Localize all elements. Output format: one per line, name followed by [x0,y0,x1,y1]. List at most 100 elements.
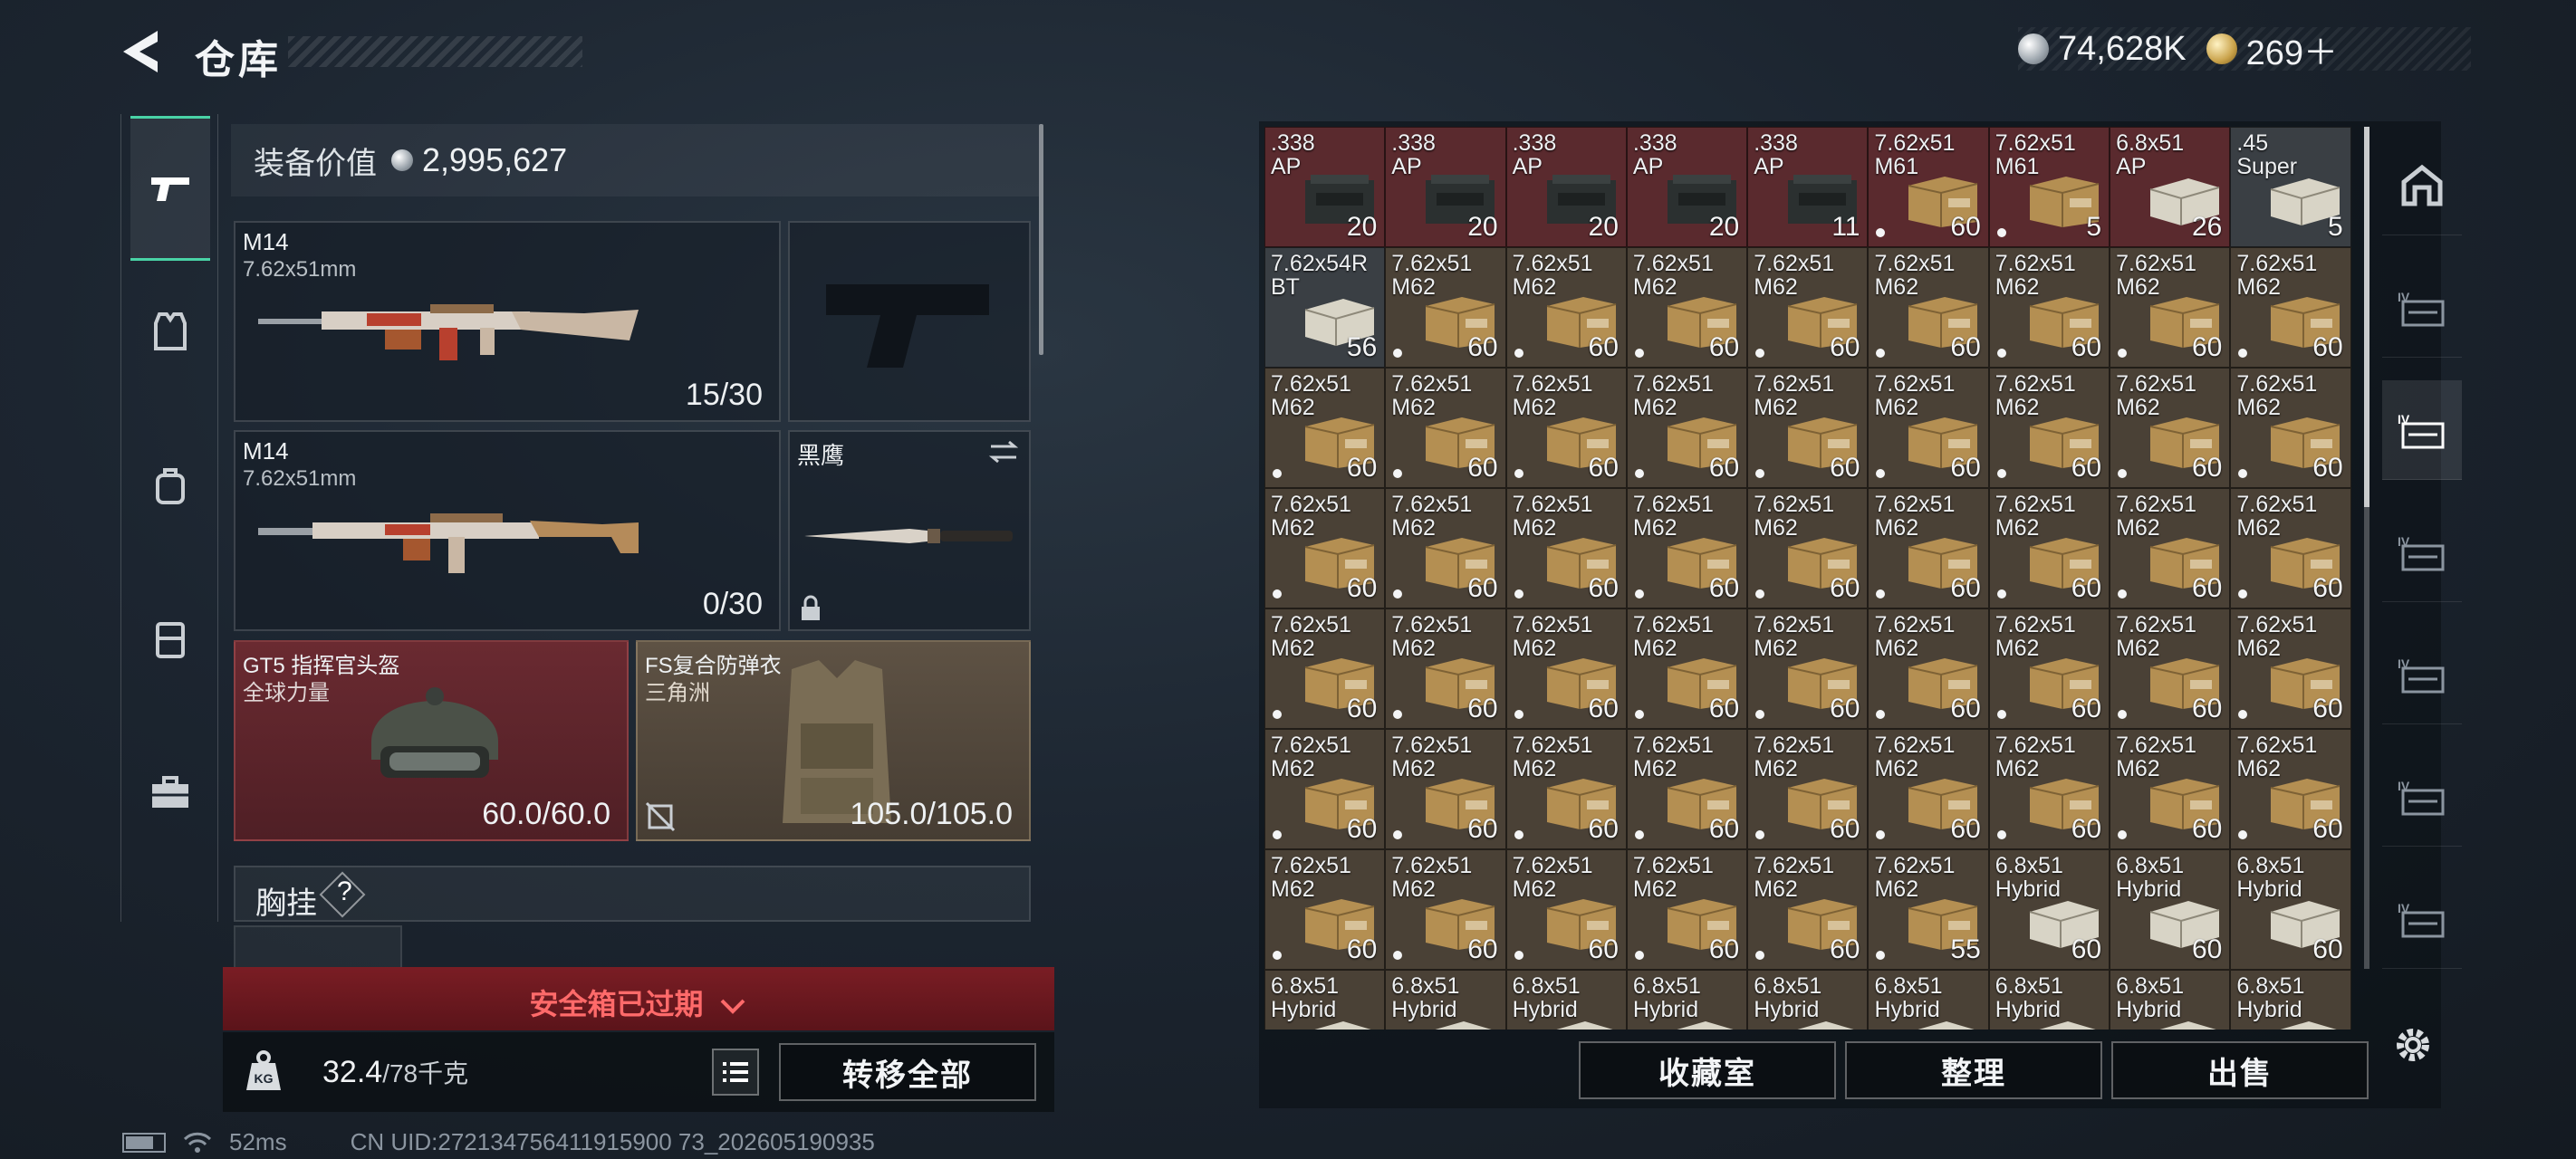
primary-weapon-slot-2[interactable]: M14 7.62x51mm 0/30 [234,430,781,631]
stash-item[interactable]: 7.62x51 M62 60 [1626,488,1748,608]
stash-item[interactable]: 6.8x51 Hybrid [2110,970,2231,1030]
stash-tab[interactable]: IV [2382,380,2462,480]
gold-amount[interactable]: 269＋ [2246,24,2338,74]
stash-item[interactable]: 7.62x51 M62 60 [1264,368,1386,488]
stash-item[interactable]: 7.62x51 M62 60 [1505,608,1627,729]
stash-item[interactable]: 7.62x51 M62 60 [1747,729,1869,849]
stash-item[interactable]: 7.62x51 M62 60 [1385,729,1506,849]
stash-item[interactable]: 7.62x51 M62 60 [1747,368,1869,488]
stash-item[interactable]: 7.62x51 M62 60 [1264,849,1386,970]
stash-tab[interactable]: IV [2382,503,2462,602]
stash-item[interactable]: 7.62x51 M62 60 [1626,608,1748,729]
stash-item[interactable]: 7.62x51 M62 60 [1988,488,2110,608]
stash-item[interactable]: 6.8x51 Hybrid 60 [2230,849,2351,970]
stash-item[interactable]: 7.62x51 M62 60 [1988,368,2110,488]
stash-item[interactable]: 7.62x51 M62 60 [2110,368,2231,488]
stash-item[interactable]: 7.62x51 M62 60 [1264,608,1386,729]
stash-item[interactable]: 6.8x51 Hybrid [1505,970,1627,1030]
gear-icon[interactable] [2389,1021,2437,1068]
sell-button[interactable]: 出售 [2111,1041,2369,1099]
helmet-slot[interactable]: GT5 指挥官头盔 全球力量 60.0/60.0 [234,640,629,841]
stash-item[interactable]: 7.62x51 M62 60 [1626,849,1748,970]
primary-weapon-slot-1[interactable]: M14 7.62x51mm 15/30 [234,221,781,422]
stash-item[interactable]: 7.62x51 M62 60 [1505,247,1627,368]
stash-item[interactable]: 7.62x51 M62 60 [1264,729,1386,849]
sidearm-slot[interactable] [788,221,1031,422]
stash-item[interactable]: 7.62x51 M62 60 [1385,849,1506,970]
stash-item[interactable]: 6.8x51 Hybrid [1385,970,1506,1030]
stash-item[interactable]: 6.8x51 Hybrid [1264,970,1386,1030]
stash-item[interactable]: 6.8x51 Hybrid [1747,970,1869,1030]
stash-item[interactable]: 7.62x51 M61 60 [1868,127,1989,247]
stash-tab[interactable]: IV [2382,747,2462,847]
stash-scroll-thumb[interactable] [2364,127,2369,507]
stash-item[interactable]: 7.62x51 M62 60 [1747,488,1869,608]
back-arrow-icon[interactable] [118,27,165,76]
armor-slot[interactable]: FS复合防弹衣 三角洲 105.0/105.0 [636,640,1031,841]
stash-item[interactable]: 7.62x51 M62 60 [1868,488,1989,608]
stash-item[interactable]: 7.62x51 M62 60 [1505,368,1627,488]
stash-item[interactable]: 6.8x51 Hybrid 60 [2110,849,2231,970]
stash-item[interactable]: 7.62x51 M62 60 [1988,729,2110,849]
stash-item[interactable]: 7.62x51 M62 60 [1747,849,1869,970]
stash-item[interactable]: 7.62x51 M62 60 [2110,608,2231,729]
stash-item[interactable]: 6.8x51 Hybrid [1988,970,2110,1030]
stash-item[interactable]: 7.62x51 M62 60 [1988,247,2110,368]
stash-item[interactable]: 7.62x51 M62 60 [1747,247,1869,368]
stash-item[interactable]: 7.62x51 M62 60 [1385,488,1506,608]
swap-icon[interactable] [987,439,1020,465]
stash-item[interactable]: 7.62x51 M62 60 [1505,729,1627,849]
stash-item[interactable]: .338 AP 20 [1385,127,1506,247]
stash-item[interactable]: 7.62x51 M62 60 [2230,608,2351,729]
stash-item[interactable]: 7.62x51 M62 60 [2230,247,2351,368]
rail-helmet[interactable] [130,259,210,404]
stash-tab[interactable]: IV [2382,869,2462,969]
stash-item[interactable]: 7.62x51 M62 60 [1626,247,1748,368]
equipment-scrollbar[interactable] [1039,124,1043,355]
stash-item[interactable]: 7.62x51 M62 60 [1988,608,2110,729]
stash-item[interactable]: 7.62x51 M62 60 [1385,608,1506,729]
stash-item[interactable]: 7.62x51 M62 60 [1385,368,1506,488]
stash-tab[interactable] [2382,136,2462,235]
stash-item[interactable]: 7.62x51 M62 60 [2110,488,2231,608]
stash-tab[interactable]: IV [2382,625,2462,724]
stash-item[interactable]: 7.62x51 M61 5 [1988,127,2110,247]
stash-tab[interactable]: IV [2382,258,2462,358]
stash-item[interactable]: 7.62x51 M62 60 [1868,247,1989,368]
stash-item[interactable]: 7.62x51 M62 60 [2110,729,2231,849]
stash-item[interactable]: .45 Super 5 [2230,127,2351,247]
rail-weapons[interactable] [130,116,210,261]
transfer-all-button[interactable]: 转移全部 [779,1043,1036,1101]
stash-item[interactable]: 7.62x51 M62 60 [1626,729,1748,849]
stash-item[interactable]: 7.62x51 M62 60 [1264,488,1386,608]
stash-item[interactable]: 7.62x51 M62 60 [1868,729,1989,849]
safe-box-expired-bar[interactable]: 安全箱已过期 [223,967,1054,1030]
stash-item[interactable]: 7.62x51 M62 60 [1747,608,1869,729]
stash-item[interactable]: 6.8x51 Hybrid [1868,970,1989,1030]
collection-room-button[interactable]: 收藏室 [1579,1041,1836,1099]
rail-backpack[interactable] [130,413,210,558]
stash-item[interactable]: 7.62x51 M62 55 [1868,849,1989,970]
rail-case[interactable] [130,721,210,866]
sort-button[interactable]: 整理 [1845,1041,2102,1099]
rail-chest-rig[interactable] [130,567,210,712]
stash-item[interactable]: 7.62x51 M62 60 [2230,488,2351,608]
chest-rig-row[interactable]: 胸挂 ? [234,866,1031,922]
help-question-mark[interactable]: ? [337,876,352,907]
stash-item[interactable]: 7.62x51 M62 60 [1626,368,1748,488]
stash-item[interactable]: 7.62x51 M62 60 [1868,368,1989,488]
stash-item[interactable]: 6.8x51 Hybrid [2230,970,2351,1030]
stash-item[interactable]: .338 AP 20 [1264,127,1386,247]
melee-slot[interactable]: 黑鹰 [788,430,1031,631]
stash-item[interactable]: 7.62x51 M62 60 [2230,729,2351,849]
stash-item[interactable]: .338 AP 20 [1626,127,1748,247]
stash-item[interactable]: 6.8x51 Hybrid [1626,970,1748,1030]
stash-item[interactable]: 7.62x51 M62 60 [2110,247,2231,368]
stash-item[interactable]: 7.62x51 M62 60 [1868,608,1989,729]
stash-item[interactable]: 7.62x54R BT 56 [1264,247,1386,368]
stash-item[interactable]: .338 AP 20 [1505,127,1627,247]
stash-item[interactable]: 7.62x51 M62 60 [1505,849,1627,970]
stash-item[interactable]: 6.8x51 Hybrid 60 [1988,849,2110,970]
stash-item[interactable]: 7.62x51 M62 60 [1505,488,1627,608]
list-view-button[interactable] [712,1049,759,1096]
